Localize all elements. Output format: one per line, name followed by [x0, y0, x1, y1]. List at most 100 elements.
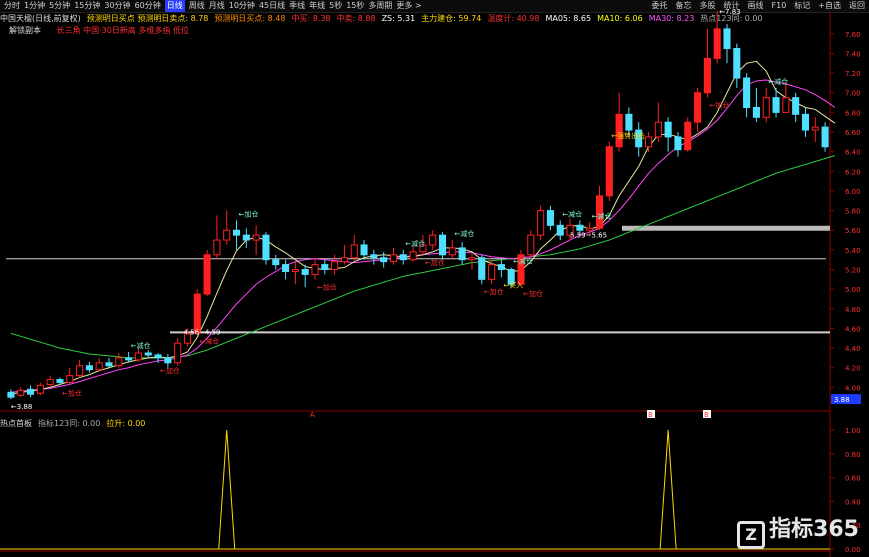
candle-body [252, 234, 260, 241]
y-tick-label: 6.20 [845, 168, 861, 176]
signal-label: ←减仓 [454, 229, 474, 238]
candle-body [762, 97, 770, 118]
candle-body [792, 97, 800, 115]
y-tick-label: 4.00 [845, 384, 861, 392]
candle-body [438, 234, 447, 256]
marker-b1: B [648, 411, 653, 419]
candle-body [733, 48, 741, 79]
candle-body [66, 375, 74, 383]
candle-body [380, 257, 388, 263]
candle-body [537, 210, 545, 236]
y-tick-label: 5.00 [845, 286, 861, 294]
candle-body [144, 352, 152, 356]
candle-body [291, 269, 299, 272]
y-tick-label: 6.80 [845, 109, 861, 117]
candle-body [46, 379, 54, 385]
candle-body [674, 136, 682, 151]
signal-label: ←加仓 [62, 388, 82, 397]
signal-label: ←减仓 [592, 211, 612, 220]
candle-body [232, 229, 241, 236]
candle-body [95, 362, 103, 371]
candle-body [664, 121, 672, 138]
candle-body [703, 57, 711, 94]
signal-label: ←减仓 [199, 336, 219, 345]
ma30-line [10, 155, 836, 359]
candle-body [576, 224, 584, 231]
candle-body [7, 391, 15, 398]
sub-y-tick-label: 0.80 [845, 451, 861, 459]
candle-body [301, 269, 309, 275]
candle-body [340, 257, 348, 263]
signal-label: ←加仓 [523, 289, 543, 298]
indicator-spike [218, 429, 236, 550]
signal-label: ←减仓 [562, 209, 582, 218]
candle-body [801, 113, 810, 131]
candle-body [105, 362, 113, 367]
signal-label: ←买入 [503, 281, 523, 289]
candle-body [17, 389, 25, 396]
signal-label: ←减仓 [405, 239, 425, 248]
signal-label: ←加仓 [239, 209, 259, 218]
y-tick-label: 6.00 [845, 188, 861, 196]
sub-y-tick-label: 1.00 [845, 427, 861, 435]
candle-body [497, 264, 505, 271]
candle-body [321, 264, 329, 271]
candle-body [409, 251, 417, 261]
y-tick-label: 5.80 [845, 208, 861, 216]
candle-body [399, 254, 407, 261]
watermark-logo: Z 指标365 [737, 511, 859, 549]
y-tick-label: 5.40 [845, 247, 861, 255]
candle-body [331, 261, 339, 271]
y-tick-label: 7.60 [845, 31, 861, 39]
candle-body [772, 97, 780, 113]
candle-body [429, 234, 437, 246]
candle-body [527, 234, 535, 256]
candle-body [56, 379, 64, 383]
candle-body [625, 113, 633, 131]
marker-b2: B [704, 411, 709, 419]
sub-y-tick-label: 0.40 [845, 498, 861, 506]
candle-body [370, 254, 378, 259]
candle-body [134, 352, 142, 361]
signal-label: ←减仓 [513, 257, 533, 266]
candle-body [85, 365, 93, 371]
y-tick-label: 7.40 [845, 50, 861, 58]
candle-body [694, 92, 702, 123]
signal-label: ←加仓 [317, 282, 337, 291]
candle-body [546, 210, 554, 226]
candle-body [272, 259, 280, 266]
candle-body [448, 247, 456, 256]
high-marker: ←7.83 [719, 8, 740, 16]
candle-body [223, 229, 231, 241]
level2-label: 5.59~5.65 [570, 231, 607, 239]
signal-label: ←加仓 [160, 366, 180, 375]
candle-body [115, 357, 123, 367]
candle-body [213, 239, 221, 256]
y-tick-label: 4.80 [845, 306, 861, 314]
y-tick-label: 4.40 [845, 345, 861, 353]
y-tick-label: 5.60 [845, 227, 861, 235]
candle-body [311, 264, 319, 275]
y-tick-label: 7.20 [845, 70, 861, 78]
signal-label: ←减仓 [131, 341, 151, 350]
candle-body [605, 146, 613, 197]
signal-label: ←加仓 [425, 258, 445, 267]
candle-body [654, 121, 662, 138]
kline-chart[interactable]: 7.60 7.40 7.20 7.00 6.80 6.60 6.40 6.20 6.00 5.80… [0, 0, 869, 557]
candle-body [26, 388, 35, 395]
signal-label: ←强势出击 [611, 131, 645, 140]
candle-body [350, 244, 358, 259]
candle-body [242, 234, 250, 241]
candle-body [752, 106, 760, 118]
signal-label: ←减仓 [768, 77, 788, 86]
candle-body [821, 126, 829, 148]
indicator-spike [659, 429, 677, 550]
candle-body [713, 28, 721, 59]
candle-body [125, 357, 133, 361]
y-tick-label: 6.60 [845, 129, 861, 137]
candle-body [164, 357, 172, 364]
candle-body [488, 264, 496, 280]
signal-label: ←加仓 [709, 101, 729, 110]
candle-body [174, 342, 182, 364]
candle-body [782, 97, 790, 113]
